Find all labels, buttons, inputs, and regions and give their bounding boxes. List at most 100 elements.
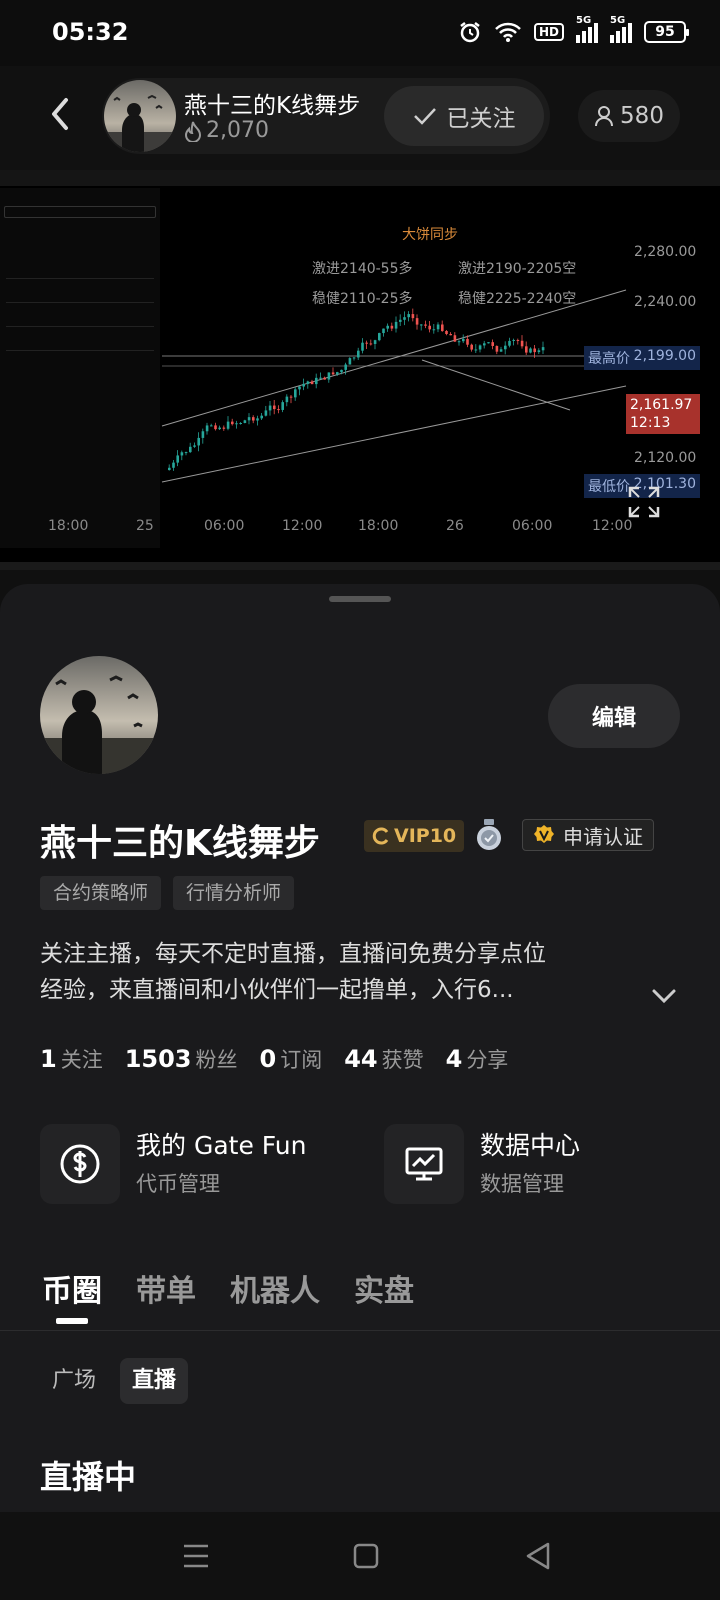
- subtab-square[interactable]: 广场: [40, 1358, 108, 1404]
- price-axis-label: 2,120.00: [634, 450, 697, 466]
- time-axis-label: 06:00: [204, 518, 245, 534]
- medal-icon[interactable]: [474, 818, 504, 852]
- profile-bio: 关注主播，每天不定时直播，直播间免费分享点位 经验，来直播间和小伙伴们一起撸单，…: [40, 941, 546, 1003]
- candle-body: [340, 369, 343, 373]
- candle-body: [424, 324, 427, 326]
- candle-body: [520, 340, 524, 347]
- battery-icon: 95: [644, 21, 689, 43]
- candle-body: [336, 372, 339, 375]
- candle-body: [441, 324, 444, 331]
- verified-badge-icon: [534, 825, 554, 843]
- feature-data-center[interactable]: 数据中心 数据管理: [384, 1124, 684, 1208]
- candle-body: [533, 348, 536, 353]
- candle-body: [411, 314, 415, 319]
- home-icon[interactable]: [346, 1536, 386, 1576]
- wifi-icon: [495, 22, 521, 42]
- following-button[interactable]: 已关注: [384, 86, 544, 146]
- chevron-down-icon[interactable]: [650, 984, 678, 1008]
- fullscreen-icon[interactable]: [628, 486, 660, 518]
- candle-body: [399, 319, 402, 322]
- candle-body: [516, 339, 520, 341]
- section-title-live: 直播中: [40, 1458, 137, 1496]
- feature-gate-fun[interactable]: 我的 Gate Fun 代币管理: [40, 1124, 340, 1208]
- candle-body: [462, 338, 465, 342]
- status-bar: 05:32 HD 5G 5G 95: [0, 0, 720, 66]
- stat-subscriptions[interactable]: 0 订阅: [260, 1044, 323, 1074]
- candle-body: [365, 342, 368, 344]
- sub-tabs: 广场 直播: [40, 1358, 189, 1404]
- candle-body: [294, 389, 297, 398]
- chart-note: 稳健2225-2240空: [458, 291, 577, 307]
- chart-note: 激进2190-2205空: [458, 261, 577, 277]
- candle-body: [302, 383, 305, 387]
- candle-body: [457, 341, 461, 343]
- menu-icon[interactable]: [176, 1536, 216, 1576]
- candle-body: [298, 386, 301, 390]
- candle-body: [273, 405, 276, 410]
- candle-body: [277, 409, 280, 411]
- signal-icon: 5G: [610, 15, 632, 43]
- tab-crypto-circle[interactable]: 币圈: [42, 1266, 102, 1324]
- viewer-count[interactable]: 580: [578, 90, 680, 142]
- drag-handle[interactable]: [329, 596, 391, 602]
- desktop-taskbar: [0, 562, 720, 570]
- vip-badge[interactable]: VIP10: [364, 820, 465, 852]
- candle-body: [491, 342, 494, 346]
- signal-icon: 5G: [576, 15, 598, 43]
- live-stream-video[interactable]: 大饼同步 激进2140-55多 稳健2110-25多 激进2190-2205空 …: [0, 170, 720, 570]
- profile-stats: 1 关注 1503 粉丝 0 订阅 44 获赞 4 分享: [40, 1044, 508, 1074]
- subtab-live[interactable]: 直播: [120, 1358, 189, 1404]
- tab-copy-trading[interactable]: 带单: [136, 1266, 196, 1310]
- candle-body: [214, 425, 217, 430]
- candle-body: [474, 349, 478, 351]
- candle-body: [218, 427, 221, 430]
- profile-avatar[interactable]: [40, 656, 158, 774]
- high-price-tag: 最高价 2,199.00: [584, 346, 700, 370]
- candle-body: [378, 333, 381, 341]
- candle-body: [478, 345, 482, 350]
- alarm-icon: [460, 22, 480, 43]
- candle-body: [247, 417, 251, 421]
- back-arrow-icon[interactable]: [44, 94, 78, 134]
- stat-likes[interactable]: 44 获赞: [344, 1044, 423, 1074]
- candle-body: [357, 350, 360, 358]
- candle-body: [319, 377, 322, 379]
- candle-body: [432, 329, 436, 331]
- system-nav-bar: [0, 1512, 720, 1600]
- candle-body: [168, 467, 171, 470]
- edit-button[interactable]: 编辑: [548, 684, 680, 748]
- candle-body: [310, 381, 314, 385]
- stat-following[interactable]: 1 关注: [40, 1044, 103, 1074]
- tab-bots[interactable]: 机器人: [230, 1266, 320, 1310]
- dollar-circle-icon: [60, 1144, 100, 1184]
- candle-body: [180, 452, 184, 456]
- candle-body: [352, 357, 356, 359]
- status-time: 05:32: [52, 18, 129, 46]
- candle-body: [487, 342, 490, 344]
- stat-followers[interactable]: 1503 粉丝: [125, 1044, 238, 1074]
- streamer-name: 燕十三的K线舞步: [184, 93, 361, 119]
- candle-body: [231, 421, 234, 425]
- apply-verification-button[interactable]: 申请认证: [522, 819, 654, 851]
- candle-body: [407, 314, 410, 318]
- candle-body: [222, 427, 226, 429]
- heat-count: 2,070: [184, 118, 269, 143]
- back-icon[interactable]: [518, 1536, 558, 1576]
- candle-body: [453, 335, 457, 342]
- monitor-chart-icon: [405, 1147, 443, 1181]
- tab-live-trading[interactable]: 实盘: [354, 1266, 414, 1310]
- candle-body: [184, 452, 188, 454]
- candle-body: [201, 431, 205, 438]
- vip-crest-icon: [372, 827, 389, 845]
- chart-note: 激进2140-55多: [312, 261, 413, 277]
- candle-body: [495, 345, 499, 352]
- status-icons: HD 5G 5G 95: [458, 15, 689, 46]
- feature-subtitle: 数据管理: [480, 1172, 564, 1196]
- stat-shares[interactable]: 4 分享: [446, 1044, 509, 1074]
- candle-body: [541, 347, 545, 351]
- candle-body: [210, 425, 213, 427]
- candle-body: [483, 343, 486, 346]
- candle-body: [306, 381, 310, 384]
- candle-body: [504, 345, 507, 350]
- flame-icon: [184, 121, 202, 142]
